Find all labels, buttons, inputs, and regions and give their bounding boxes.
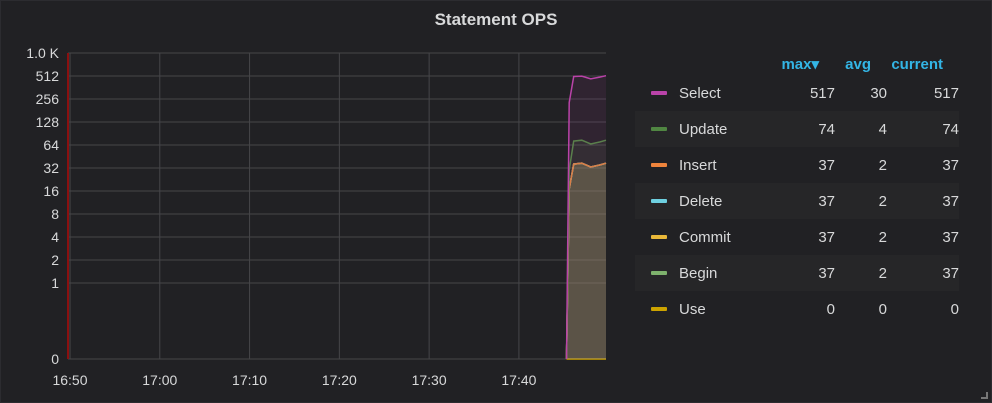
series-current: 0 bbox=[950, 300, 959, 318]
x-tick-label: 17:10 bbox=[232, 372, 267, 388]
series-name[interactable]: Select bbox=[679, 85, 761, 102]
series-avg: 4 bbox=[878, 120, 887, 138]
series-max: 0 bbox=[826, 300, 835, 318]
series-max: 74 bbox=[818, 120, 835, 138]
series-name[interactable]: Update bbox=[679, 121, 761, 138]
y-tick-label: 16 bbox=[43, 183, 59, 199]
y-tick-label: 256 bbox=[36, 91, 60, 107]
series-current: 37 bbox=[942, 156, 959, 174]
series-avg: 2 bbox=[878, 192, 887, 210]
series-color-swatch[interactable] bbox=[651, 235, 667, 239]
series-avg: 30 bbox=[870, 84, 887, 102]
series-avg: 2 bbox=[878, 156, 887, 174]
y-tick-label: 1.0 K bbox=[26, 45, 59, 61]
series-max: 37 bbox=[818, 192, 835, 210]
legend-item-use[interactable]: Use 0 0 0 bbox=[635, 291, 959, 327]
series-color-swatch[interactable] bbox=[651, 91, 667, 95]
y-tick-label: 512 bbox=[36, 68, 60, 84]
legend-item-update[interactable]: Update 74 4 74 bbox=[635, 111, 959, 147]
series-max: 37 bbox=[818, 156, 835, 174]
series-current: 74 bbox=[942, 120, 959, 138]
series-color-swatch[interactable] bbox=[651, 127, 667, 131]
x-tick-label: 17:00 bbox=[142, 372, 177, 388]
resize-handle[interactable] bbox=[981, 392, 988, 399]
series-max: 37 bbox=[818, 228, 835, 246]
x-tick-label: 17:30 bbox=[412, 372, 447, 388]
legend-header-avg[interactable]: avg bbox=[819, 56, 871, 73]
legend-header-max[interactable]: max▾ bbox=[635, 55, 819, 73]
series-current: 37 bbox=[942, 228, 959, 246]
legend-header-current[interactable]: current bbox=[871, 56, 943, 73]
series-avg: 0 bbox=[878, 300, 887, 318]
y-tick-label: 64 bbox=[43, 137, 59, 153]
y-tick-label: 2 bbox=[51, 252, 59, 268]
series-avg: 2 bbox=[878, 228, 887, 246]
series-max: 517 bbox=[809, 84, 835, 102]
y-tick-label: 1 bbox=[51, 275, 59, 291]
y-tick-label: 4 bbox=[51, 229, 59, 245]
series-name[interactable]: Delete bbox=[679, 193, 761, 210]
series-current: 517 bbox=[933, 84, 959, 102]
sort-desc-icon: ▾ bbox=[811, 56, 819, 73]
y-tick-label: 32 bbox=[43, 160, 59, 176]
x-tick-label: 16:50 bbox=[52, 372, 87, 388]
x-tick-label: 17:40 bbox=[501, 372, 536, 388]
legend-item-select[interactable]: Select 517 30 517 bbox=[635, 75, 959, 111]
series-name[interactable]: Begin bbox=[679, 265, 761, 282]
series-name[interactable]: Insert bbox=[679, 157, 761, 174]
series-name[interactable]: Use bbox=[679, 301, 761, 318]
legend-item-insert[interactable]: Insert 37 2 37 bbox=[635, 147, 959, 183]
chart-area[interactable]: 0 1 2 4 8 16 32 64 128 256 512 1.0 K 16:50 17:00 17:10… bbox=[1, 1, 621, 401]
series-avg: 2 bbox=[878, 264, 887, 282]
y-tick-label: 0 bbox=[51, 351, 59, 367]
legend-item-begin[interactable]: Begin 37 2 37 bbox=[635, 255, 959, 291]
y-tick-label: 128 bbox=[36, 114, 60, 130]
legend-table: max▾ avg current Select 517 30 517 Updat… bbox=[635, 53, 959, 327]
series-current: 37 bbox=[942, 264, 959, 282]
series-area-select bbox=[566, 75, 606, 359]
series-color-swatch[interactable] bbox=[651, 163, 667, 167]
y-tick-label: 8 bbox=[51, 206, 59, 222]
series-color-swatch[interactable] bbox=[651, 307, 667, 311]
graph-panel: Statement OPS 0 1 2 4 8 16 32 64 128 256 512 1.0 K1… bbox=[0, 0, 992, 403]
series-color-swatch[interactable] bbox=[651, 199, 667, 203]
legend-item-commit[interactable]: Commit 37 2 37 bbox=[635, 219, 959, 255]
series-max: 37 bbox=[818, 264, 835, 282]
legend-item-delete[interactable]: Delete 37 2 37 bbox=[635, 183, 959, 219]
series-color-swatch[interactable] bbox=[651, 271, 667, 275]
x-tick-label: 17:20 bbox=[322, 372, 357, 388]
series-name[interactable]: Commit bbox=[679, 229, 761, 246]
series-current: 37 bbox=[942, 192, 959, 210]
legend-header: max▾ avg current bbox=[635, 53, 959, 75]
